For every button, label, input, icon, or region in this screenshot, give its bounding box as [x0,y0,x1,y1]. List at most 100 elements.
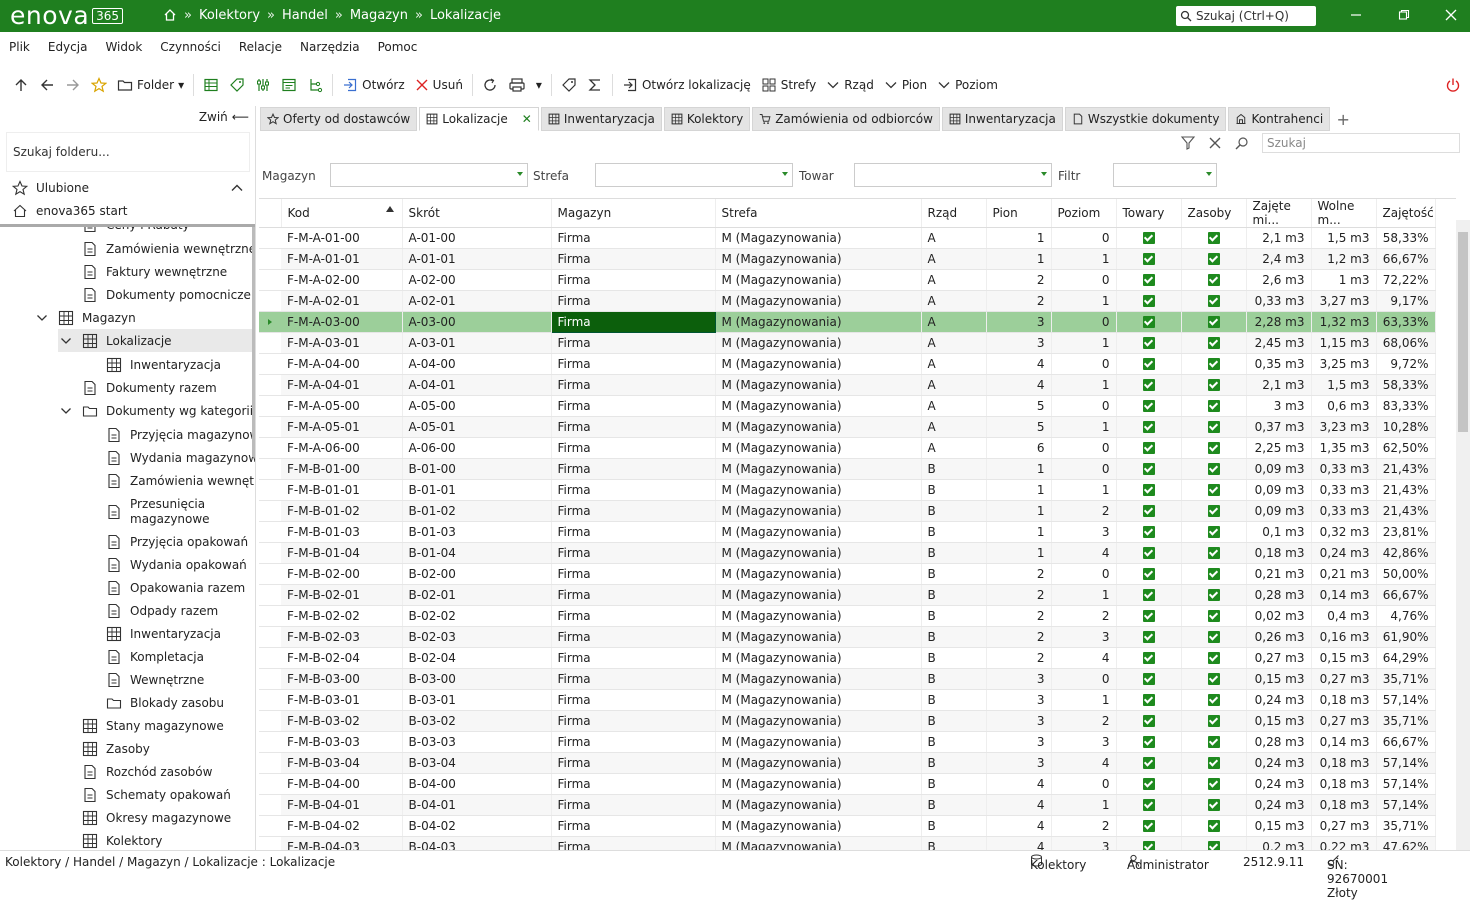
table-cell[interactable]: F-M-B-03-00 [281,668,403,690]
table-row[interactable]: F-M-B-03-00 B-03-00 Firma M (Magazynowania)… [259,668,1436,690]
table-cell[interactable]: 0 [1051,395,1117,417]
table-cell[interactable]: M (Magazynowania) [715,563,922,585]
table-cell[interactable]: 2 [986,626,1052,648]
row-indicator[interactable] [259,353,281,375]
checkbox-checked-icon[interactable] [1207,232,1220,244]
table-cell[interactable]: B [921,563,987,585]
table-cell[interactable]: Firma [551,416,716,438]
checkbox-checked-icon[interactable] [1142,757,1155,769]
table-cell[interactable]: F-M-B-01-04 [281,542,403,564]
table-cell[interactable]: 2 [986,584,1052,606]
table-cell[interactable]: A-02-00 [402,269,552,291]
cell-towary[interactable] [1116,437,1182,459]
table-cell[interactable]: F-M-A-01-01 [281,248,403,270]
tree-item[interactable]: Blokady zasobu [106,691,224,714]
table-cell[interactable]: 4 [1051,752,1117,774]
checkbox-checked-icon[interactable] [1207,379,1220,391]
table-cell[interactable]: 0,16 m3 [1311,626,1377,648]
table-cell[interactable]: A [921,311,987,333]
table-cell[interactable]: B-03-04 [402,752,552,774]
tree-item[interactable]: Dokumenty pomocnicze [82,283,251,306]
tree-item[interactable]: Wewnętrzne [106,668,204,691]
checkbox-checked-icon[interactable] [1142,400,1155,412]
table-cell[interactable]: 3 [986,668,1052,690]
cell-towary[interactable] [1116,542,1182,564]
table-cell[interactable]: F-M-B-04-00 [281,773,403,795]
cell-towary[interactable] [1116,563,1182,585]
row-indicator[interactable] [259,668,281,690]
tag-button[interactable] [224,70,250,100]
chevron-down-icon[interactable] [58,333,74,349]
cell-zasoby[interactable] [1181,437,1247,459]
tree-item[interactable]: Wydania opakowań [106,553,247,576]
column-header[interactable]: Wolne m... [1311,199,1377,228]
table-cell[interactable]: B-04-02 [402,815,552,837]
cell-zasoby[interactable] [1181,815,1247,837]
table-cell[interactable]: Firma [551,626,716,648]
table-cell[interactable]: 0,24 m3 [1246,689,1312,711]
table-cell[interactable]: 0,28 m3 [1246,731,1312,753]
table-cell[interactable]: 50,00% [1376,563,1436,585]
checkbox-checked-icon[interactable] [1142,295,1155,307]
table-cell[interactable]: F-M-B-04-01 [281,794,403,816]
breadcrumb-item[interactable]: Handel [282,8,328,23]
table-cell[interactable]: A-03-01 [402,332,552,354]
table-cell[interactable]: 0 [1051,269,1117,291]
checkbox-checked-icon[interactable] [1207,295,1220,307]
checkbox-checked-icon[interactable] [1142,463,1155,475]
cell-towary[interactable] [1116,458,1182,480]
menu-plik[interactable]: Plik [9,40,30,54]
vertical-scrollbar[interactable] [1456,220,1470,850]
cell-towary[interactable] [1116,710,1182,732]
table-cell[interactable]: F-M-B-03-01 [281,689,403,711]
cell-zasoby[interactable] [1181,731,1247,753]
cell-zasoby[interactable] [1181,269,1247,291]
tree-item[interactable]: Przesunięcia magazynowe [106,492,220,532]
cell-zasoby[interactable] [1181,689,1247,711]
table-cell[interactable]: 1,2 m3 [1311,248,1377,270]
table-cell[interactable]: M (Magazynowania) [715,227,922,249]
table-cell[interactable]: 35,71% [1376,815,1436,837]
table-cell[interactable]: 0,2 m3 [1246,836,1312,850]
table-cell[interactable]: A-03-00 [402,311,552,333]
table-cell[interactable]: A-04-01 [402,374,552,396]
table-row[interactable]: F-M-A-01-01 A-01-01 Firma M (Magazynowania)… [259,248,1436,270]
table-cell[interactable]: 5 [986,395,1052,417]
row-indicator[interactable] [259,227,281,249]
table-cell[interactable]: Firma [551,479,716,501]
row-indicator[interactable] [259,374,281,396]
table-cell[interactable]: M (Magazynowania) [715,689,922,711]
up-button[interactable] [8,70,34,100]
checkbox-checked-icon[interactable] [1207,715,1220,727]
tab-2[interactable]: Inwentaryzacja [540,107,662,131]
close-button[interactable] [1428,0,1470,30]
tree-item-partial[interactable]: Ceny i Rabaty [82,227,190,236]
table-cell[interactable]: A [921,374,987,396]
row-indicator[interactable] [259,416,281,438]
table-cell[interactable]: 0,09 m3 [1246,479,1312,501]
table-cell[interactable]: 4 [986,374,1052,396]
table-cell[interactable]: F-M-A-04-00 [281,353,403,375]
table-cell[interactable]: Firma [551,605,716,627]
table-cell[interactable]: 0 [1051,458,1117,480]
table-cell[interactable]: F-M-B-01-01 [281,479,403,501]
table-cell[interactable]: 35,71% [1376,710,1436,732]
column-dropdown[interactable]: Pion [879,70,932,100]
tree-item[interactable]: Kompletacja [106,645,204,668]
table-cell[interactable]: B [921,584,987,606]
table-cell[interactable]: B [921,836,987,850]
table-cell[interactable]: M (Magazynowania) [715,269,922,291]
column-header[interactable]: Rząd [921,199,987,228]
row-indicator[interactable] [259,605,281,627]
checkbox-checked-icon[interactable] [1142,232,1155,244]
table-cell[interactable]: 0,24 m3 [1246,773,1312,795]
table-cell[interactable]: Firma [551,689,716,711]
tree-item[interactable]: Przyjęcia opakowań [106,530,248,553]
table-cell[interactable]: 1 [1051,794,1117,816]
table-cell[interactable]: B-03-02 [402,710,552,732]
table-cell[interactable]: 1 m3 [1311,269,1377,291]
table-cell[interactable]: 23,81% [1376,521,1436,543]
table-cell[interactable]: 1 [986,521,1052,543]
table-cell[interactable]: F-M-B-03-03 [281,731,403,753]
table-cell[interactable]: 1,5 m3 [1311,227,1377,249]
